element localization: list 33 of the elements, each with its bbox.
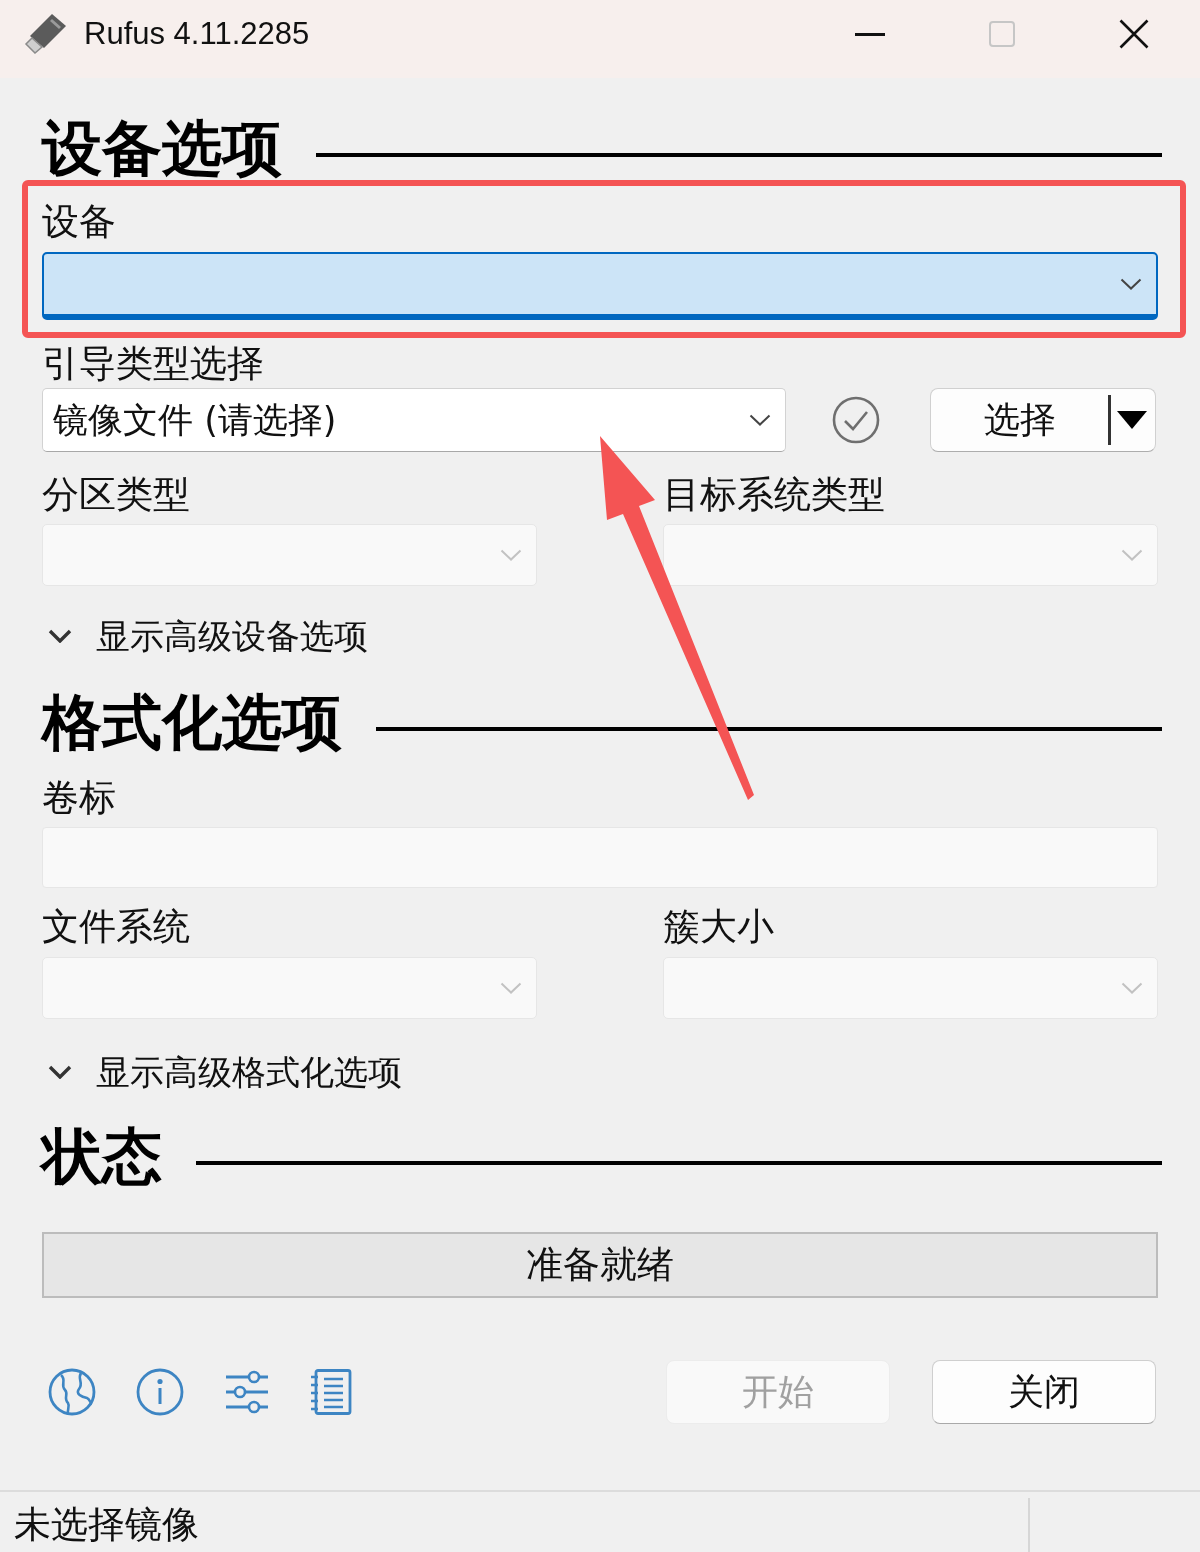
chevron-down-icon [500, 549, 522, 561]
chevron-down-icon [1121, 549, 1143, 561]
close-button[interactable]: 关闭 [932, 1360, 1156, 1424]
caret-icon[interactable] [1117, 411, 1147, 429]
status-panel: 准备就绪 [42, 1232, 1158, 1298]
chevron-down-icon [500, 982, 522, 994]
section-heading: 设备选项 [42, 116, 282, 180]
globe-icon[interactable] [48, 1368, 96, 1416]
log-icon[interactable] [310, 1369, 352, 1415]
boot-selection-dropdown[interactable]: 镜像文件 (请选择) [42, 388, 786, 452]
field-label: 目标系统类型 [663, 473, 886, 517]
field-label: 引导类型选择 [42, 342, 264, 386]
close-icon[interactable] [1119, 19, 1149, 49]
advanced-options-toggle[interactable]: 显示高级设备选项 [42, 616, 368, 656]
field-label: 分区类型 [42, 473, 191, 517]
advanced-format-toggle[interactable]: 显示高级格式化选项 [42, 1052, 402, 1092]
window-title: Rufus 4.11.2285 [84, 15, 310, 53]
chevron-down-icon [749, 414, 771, 426]
status-text: 未选择镜像 [14, 1502, 199, 1548]
field-label: 卷标 [42, 776, 116, 820]
field-label: 簇大小 [663, 905, 775, 949]
chevron-down-icon [1120, 278, 1142, 290]
field-label: 设备 [42, 200, 116, 244]
info-icon[interactable] [136, 1368, 184, 1416]
minimize-icon[interactable] [855, 32, 885, 36]
check-circle-icon[interactable] [832, 396, 880, 444]
device-dropdown[interactable] [42, 252, 1158, 320]
section-heading: 格式化选项 [42, 690, 342, 754]
usb-drive-icon [22, 12, 68, 54]
select-button[interactable]: 选择 [930, 388, 1156, 452]
field-label: 文件系统 [42, 905, 191, 949]
sliders-icon[interactable] [224, 1369, 270, 1415]
chevron-down-icon [1121, 982, 1143, 994]
